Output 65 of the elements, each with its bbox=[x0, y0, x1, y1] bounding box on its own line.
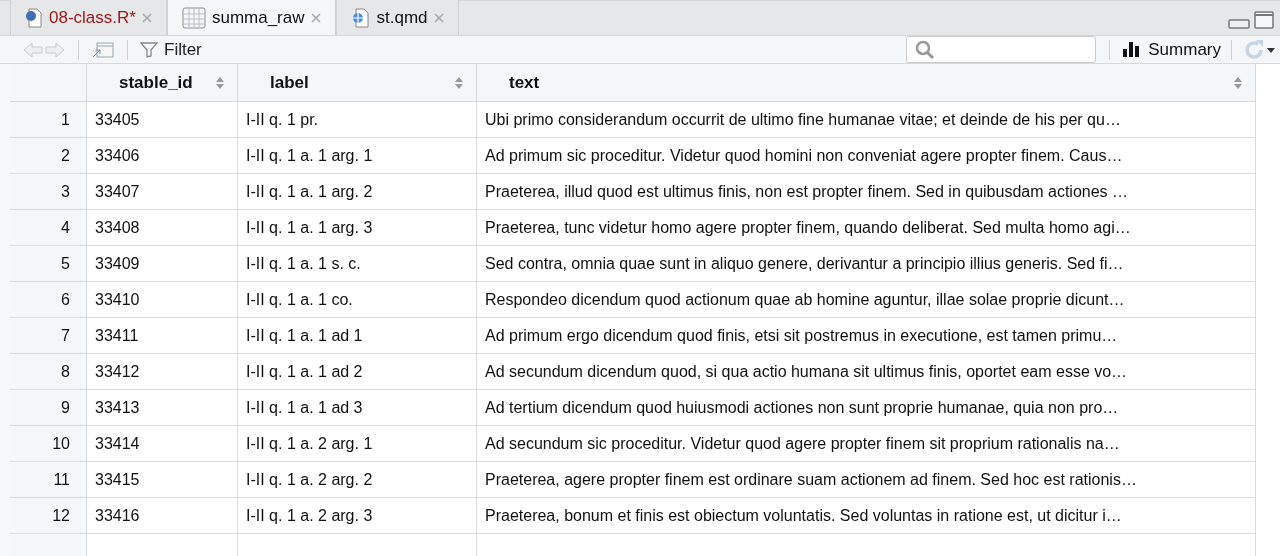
table-cell: Respondeo dicendum quod actionum quae ab homine aguntur, illae solae proprie dicunt… bbox=[477, 282, 1256, 317]
table-cell: 33405 bbox=[87, 102, 238, 137]
tab-label: st.qmd bbox=[376, 6, 428, 29]
close-icon[interactable] bbox=[141, 12, 152, 23]
column-header[interactable]: stable_id bbox=[87, 64, 238, 101]
table-cell: Ad tertium dicendum quod huiusmodi actiones non sunt proprie humanae, quia non pro… bbox=[477, 390, 1256, 425]
close-icon[interactable] bbox=[310, 12, 321, 23]
editor-tab[interactable]: summa_raw bbox=[166, 0, 336, 35]
table-cell: I-II q. 1 a. 2 arg. 2 bbox=[238, 462, 477, 497]
table-cell: I-II q. 1 a. 1 s. c. bbox=[238, 246, 477, 281]
tab-label: summa_raw bbox=[211, 6, 305, 29]
table-cell: Ubi primo considerandum occurrit de ultimo fine humanae vitae; et deinde de his per qu… bbox=[477, 102, 1256, 137]
table-cell: Ad secundum dicendum quod, si qua actio humana sit ultimus finis, oportet eam esse vo… bbox=[477, 354, 1256, 389]
column-header[interactable]: label bbox=[238, 64, 477, 101]
table-cell: I-II q. 1 a. 1 arg. 2 bbox=[238, 174, 477, 209]
table-cell: I-II q. 1 pr. bbox=[238, 102, 477, 137]
table-cell: 33408 bbox=[87, 210, 238, 245]
minimize-icon[interactable] bbox=[1228, 19, 1250, 29]
table-cell: Praeterea, bonum et finis est obiectum voluntatis. Sed voluntas in ratione est, ut dicitur i… bbox=[477, 498, 1256, 533]
filter-button[interactable]: Filter bbox=[140, 36, 202, 63]
back-arrow-icon[interactable] bbox=[22, 40, 44, 59]
table-cell: I-II q. 1 a. 2 arg. 1 bbox=[238, 426, 477, 461]
close-icon[interactable] bbox=[433, 12, 444, 23]
table-cell: 33416 bbox=[87, 498, 238, 533]
table-cell: 33414 bbox=[87, 426, 238, 461]
popout-window-icon[interactable] bbox=[91, 40, 115, 59]
editor-tab[interactable]: st.qmd bbox=[335, 0, 459, 35]
editor-tab[interactable]: 08-class.R* bbox=[10, 0, 167, 35]
table-cell: Sed contra, omnia quae sunt in aliquo genere, derivantur a principio illius generis. Sed fi… bbox=[477, 246, 1256, 281]
maximize-icon[interactable] bbox=[1254, 11, 1274, 29]
table-cell: Praeterea, agere propter finem est ordinare suam actionem ad finem. Sed hoc est rationis… bbox=[477, 462, 1256, 497]
table-cell: Ad primum ergo dicendum quod finis, etsi sit postremus in executione, est tamen primu… bbox=[477, 318, 1256, 353]
grid-icon bbox=[181, 6, 206, 29]
table-cell: 33413 bbox=[87, 390, 238, 425]
summary-button[interactable]: Summary bbox=[1123, 36, 1221, 63]
table-cell: Ad primum sic proceditur. Videtur quod homini non conveniat agere propter finem. Caus… bbox=[477, 138, 1256, 173]
table-cell: 33415 bbox=[87, 462, 238, 497]
table-cell: I-II q. 1 a. 1 ad 3 bbox=[238, 390, 477, 425]
search-field[interactable] bbox=[906, 36, 1097, 63]
table-cell: Praeterea, illud quod est ultimus finis, non est propter finem. Sed in quibusdam actiones … bbox=[477, 174, 1256, 209]
forward-arrow-icon[interactable] bbox=[44, 40, 66, 59]
table-cell: 33412 bbox=[87, 354, 238, 389]
funnel-icon bbox=[140, 41, 158, 58]
table-cell: 33407 bbox=[87, 174, 238, 209]
bar-chart-icon bbox=[1123, 42, 1141, 57]
r-file-icon bbox=[25, 7, 43, 28]
sort-arrows-icon bbox=[1233, 75, 1243, 90]
table-cell: 33410 bbox=[87, 282, 238, 317]
table-cell: I-II q. 1 a. 1 co. bbox=[238, 282, 477, 317]
caret-icon[interactable] bbox=[1266, 45, 1276, 54]
sort-arrows-icon bbox=[215, 75, 225, 90]
table-cell: I-II q. 1 a. 2 arg. 3 bbox=[238, 498, 477, 533]
table-cell: 33406 bbox=[87, 138, 238, 173]
table-cell: 33411 bbox=[87, 318, 238, 353]
quarto-file-icon bbox=[350, 7, 371, 28]
sort-arrows-icon bbox=[454, 75, 464, 90]
table-cell: Praeterea, tunc videtur homo agere propter finem, quando deliberat. Sed multa homo agi… bbox=[477, 210, 1256, 245]
table-cell: I-II q. 1 a. 1 ad 1 bbox=[238, 318, 477, 353]
table-cell: I-II q. 1 a. 1 arg. 1 bbox=[238, 138, 477, 173]
table-cell: Ad secundum sic proceditur. Videtur quod agere propter finem sit proprium rationalis na… bbox=[477, 426, 1256, 461]
table-cell: 33409 bbox=[87, 246, 238, 281]
table-cell: I-II q. 1 a. 1 ad 2 bbox=[238, 354, 477, 389]
tab-label: 08-class.R* bbox=[49, 6, 136, 29]
table-cell: I-II q. 1 a. 1 arg. 3 bbox=[238, 210, 477, 245]
search-icon bbox=[915, 39, 936, 60]
